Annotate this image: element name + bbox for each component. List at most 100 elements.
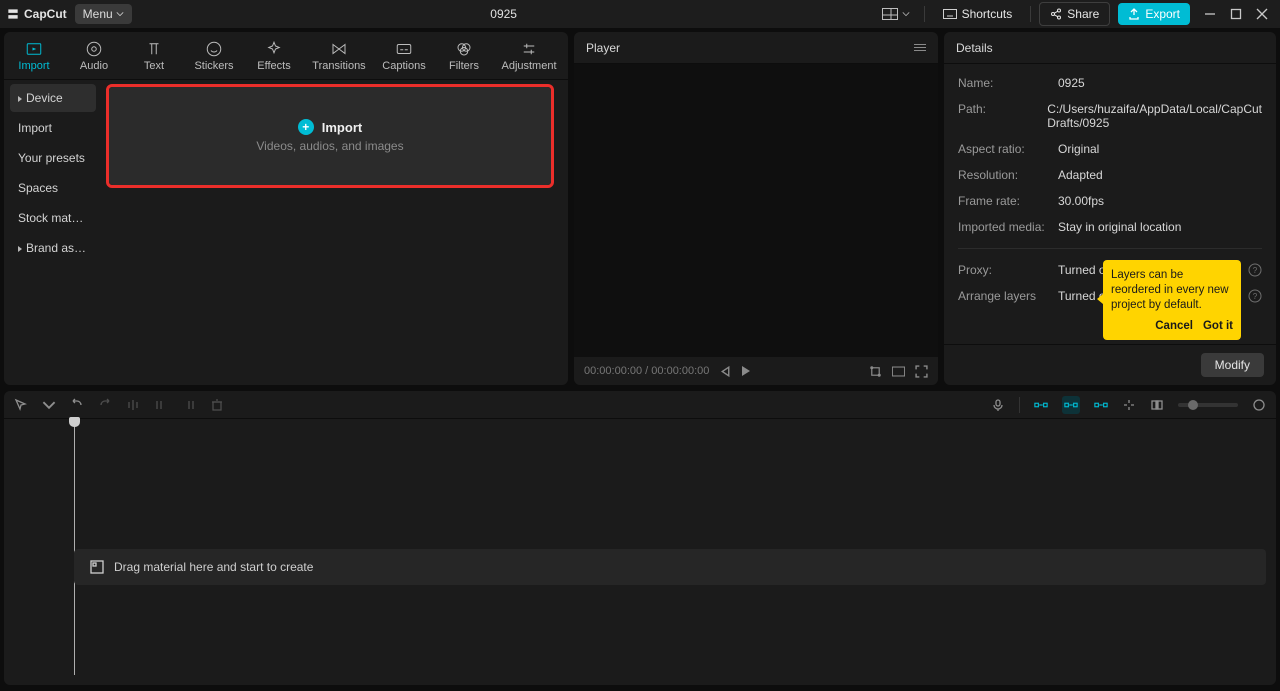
sidebar-item-brand[interactable]: Brand assets: [10, 234, 96, 262]
tab-captions[interactable]: Captions: [374, 36, 434, 75]
share-button[interactable]: Share: [1039, 2, 1110, 26]
player-canvas[interactable]: [574, 64, 938, 357]
selection-tool[interactable]: [14, 398, 28, 412]
divider: [924, 6, 925, 22]
detail-imported-label: Imported media:: [958, 220, 1050, 234]
tooltip-gotit-button[interactable]: Got it: [1203, 319, 1233, 334]
tooltip-text: Layers can be reordered in every new pro…: [1111, 268, 1233, 313]
timeline-track-area[interactable]: Drag material here and start to create: [4, 419, 1276, 685]
player-menu-icon[interactable]: [914, 44, 926, 51]
audio-icon: [85, 40, 103, 58]
play-button[interactable]: [742, 366, 750, 376]
menu-button[interactable]: Menu: [75, 4, 132, 24]
tab-filters[interactable]: Filters: [434, 36, 494, 75]
detail-path-value: C:/Users/huzaifa/AppData/Local/CapCut Dr…: [1047, 102, 1262, 130]
sidebar-item-device[interactable]: Device: [10, 84, 96, 112]
tab-text[interactable]: Text: [124, 36, 184, 75]
media-panel: Import Audio Text Stickers Effects Trans…: [4, 32, 568, 385]
detail-path-label: Path:: [958, 102, 1039, 130]
close-button[interactable]: [1256, 8, 1268, 20]
caret-right-icon: [18, 96, 22, 102]
detail-imported-value: Stay in original location: [1058, 220, 1262, 234]
caret-right-icon: [18, 246, 22, 252]
player-timecode: 00:00:00:00 / 00:00:00:00: [584, 365, 709, 377]
shortcuts-button[interactable]: Shortcuts: [933, 3, 1023, 25]
preview-button[interactable]: [1150, 398, 1164, 412]
media-placeholder-icon: [90, 560, 104, 574]
detail-aspect-label: Aspect ratio:: [958, 142, 1050, 156]
delete-button[interactable]: [210, 398, 224, 412]
sidebar-item-stock[interactable]: Stock mater...: [10, 204, 96, 232]
crop-button[interactable]: [869, 365, 882, 378]
prev-frame-button[interactable]: [719, 365, 732, 378]
sidebar-item-presets[interactable]: Your presets: [10, 144, 96, 172]
detail-name-value: 0925: [1058, 76, 1262, 90]
tab-effects[interactable]: Effects: [244, 36, 304, 75]
tab-transitions[interactable]: Transitions: [304, 36, 374, 75]
split-button[interactable]: [126, 398, 140, 412]
tool-dropdown[interactable]: [42, 398, 56, 412]
share-icon: [1050, 8, 1062, 20]
maximize-button[interactable]: [1230, 8, 1242, 20]
fit-button[interactable]: [1252, 398, 1266, 412]
player-title: Player: [586, 41, 620, 55]
keyboard-icon: [943, 9, 957, 19]
tooltip-cancel-button[interactable]: Cancel: [1155, 319, 1193, 334]
undo-button[interactable]: [70, 398, 84, 412]
layout-picker[interactable]: [876, 8, 916, 20]
divider: [1030, 6, 1031, 22]
tab-stickers[interactable]: Stickers: [184, 36, 244, 75]
detail-framerate-label: Frame rate:: [958, 194, 1050, 208]
chevron-down-icon: [116, 10, 124, 18]
delete-right-button[interactable]: [182, 398, 196, 412]
timeline-playhead[interactable]: [74, 419, 75, 675]
export-icon: [1128, 8, 1140, 20]
detail-framerate-value: 30.00fps: [1058, 194, 1262, 208]
modify-button[interactable]: Modify: [1201, 353, 1264, 377]
chevron-down-icon: [902, 10, 910, 18]
detail-aspect-value: Original: [1058, 142, 1262, 156]
detail-resolution-value: Adapted: [1058, 168, 1262, 182]
help-icon[interactable]: ?: [1248, 289, 1262, 303]
import-dropzone-highlight: + Import Videos, audios, and images: [106, 84, 554, 188]
media-side-nav: Device Import Your presets Spaces Stock …: [4, 80, 102, 385]
tab-audio[interactable]: Audio: [64, 36, 124, 75]
export-button[interactable]: Export: [1118, 3, 1190, 25]
detail-proxy-label: Proxy:: [958, 263, 1050, 277]
timeline-drop-hint: Drag material here and start to create: [74, 549, 1266, 585]
timeline-ruler[interactable]: [74, 419, 1276, 435]
effects-icon: [265, 40, 283, 58]
adjustment-icon: [520, 40, 538, 58]
project-title: 0925: [140, 7, 868, 21]
track-toggle-3[interactable]: [1094, 398, 1108, 412]
player-controls: 00:00:00:00 / 00:00:00:00: [574, 357, 938, 385]
help-icon[interactable]: ?: [1248, 263, 1262, 277]
track-toggle-2[interactable]: [1062, 396, 1080, 414]
mic-button[interactable]: [991, 398, 1005, 412]
redo-button[interactable]: [98, 398, 112, 412]
details-title: Details: [956, 41, 993, 55]
sidebar-item-import[interactable]: Import: [10, 114, 96, 142]
title-bar: CapCut Menu 0925 Shortcuts Share Export: [0, 0, 1280, 28]
tab-import[interactable]: Import: [4, 36, 64, 75]
import-title: Import: [322, 120, 362, 135]
import-icon: [25, 40, 43, 58]
zoom-slider[interactable]: [1178, 403, 1238, 407]
delete-left-button[interactable]: [154, 398, 168, 412]
sidebar-item-spaces[interactable]: Spaces: [10, 174, 96, 202]
detail-arrange-label: Arrange layers: [958, 289, 1050, 303]
svg-text:?: ?: [1253, 266, 1258, 275]
plus-icon: +: [298, 119, 314, 135]
track-toggle-1[interactable]: [1034, 398, 1048, 412]
ratio-button[interactable]: [892, 365, 905, 378]
import-dropzone[interactable]: + Import Videos, audios, and images: [109, 87, 551, 185]
detail-name-label: Name:: [958, 76, 1050, 90]
minimize-button[interactable]: [1204, 8, 1216, 20]
divider: [1019, 397, 1020, 413]
fullscreen-button[interactable]: [915, 365, 928, 378]
tab-adjustment[interactable]: Adjustment: [494, 36, 564, 75]
media-tab-row: Import Audio Text Stickers Effects Trans…: [4, 32, 568, 80]
import-subtitle: Videos, audios, and images: [256, 139, 403, 153]
snap-button[interactable]: [1122, 398, 1136, 412]
transitions-icon: [330, 40, 348, 58]
